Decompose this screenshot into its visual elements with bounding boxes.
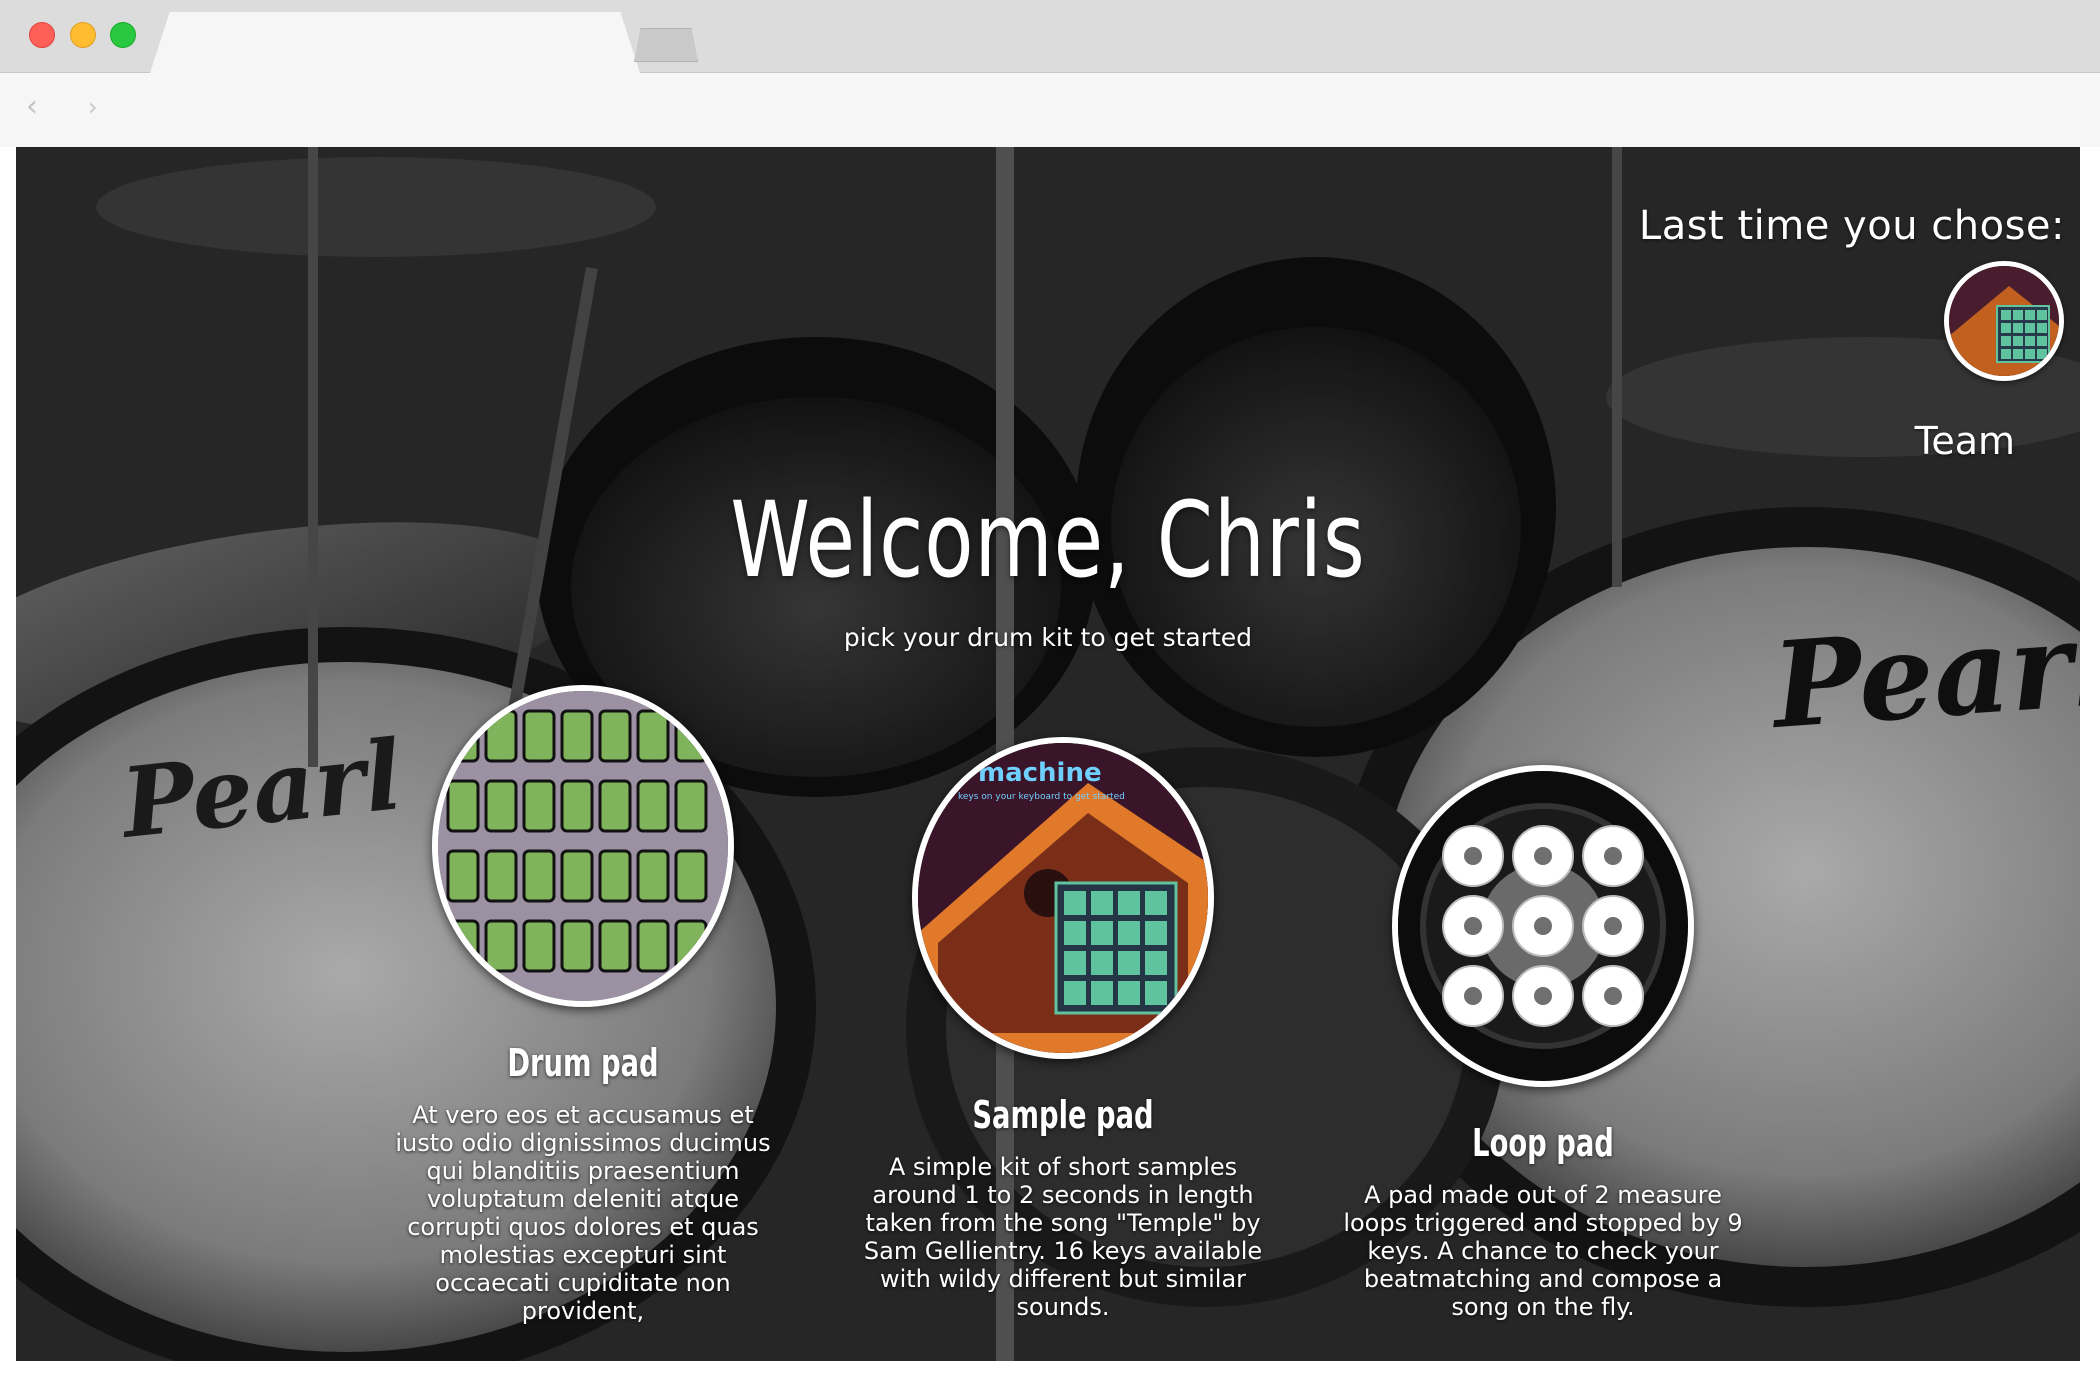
sample-image-caption: machine	[978, 758, 1102, 788]
welcome-heading: Welcome, Chris	[730, 479, 1366, 601]
sample-pad-kit-button[interactable]: machine keys on your keyboard to get sta…	[912, 737, 1214, 1059]
drum-pad-grid-icon	[438, 691, 728, 1001]
kit-card-loop-pad: Loop pad A pad made out of 2 measure loo…	[1323, 765, 1763, 1321]
sample-pad-thumbnail-icon	[1949, 266, 2059, 376]
last-choice-label: Last time you chose:	[1638, 203, 2065, 249]
minimize-window-button[interactable]	[70, 22, 96, 48]
page-viewport: Pearl Pearl Last time you chose: Team We…	[16, 147, 2080, 1361]
kit-description-sample-pad: A simple kit of short samples around 1 t…	[863, 1153, 1263, 1321]
new-tab-button[interactable]	[634, 28, 698, 62]
kit-card-drum-pad: Drum pad At vero eos et accusamus et ius…	[363, 685, 803, 1325]
team-link[interactable]: Team	[1915, 419, 2015, 463]
kit-description-loop-pad: A pad made out of 2 measure loops trigge…	[1343, 1181, 1743, 1321]
browser-toolbar	[0, 73, 2100, 147]
browser-tab-bar	[0, 0, 2100, 73]
last-chosen-kit-thumbnail[interactable]	[1944, 261, 2064, 381]
forward-arrow-icon[interactable]: ›	[88, 92, 98, 122]
vinyl-record-grid-icon	[1398, 771, 1688, 1081]
sample-image-subcaption: keys on your keyboard to get started	[958, 792, 1125, 802]
welcome-subtitle: pick your drum kit to get started	[843, 623, 1253, 652]
sample-machine-icon: machine keys on your keyboard to get sta…	[918, 743, 1208, 1053]
maximize-window-button[interactable]	[110, 22, 136, 48]
back-arrow-icon[interactable]: ‹	[26, 92, 38, 122]
kit-card-sample-pad: machine keys on your keyboard to get sta…	[843, 737, 1283, 1321]
kit-title-sample-pad: Sample pad	[972, 1093, 1154, 1137]
drum-pad-kit-button[interactable]	[432, 685, 734, 1007]
close-window-button[interactable]	[29, 22, 55, 48]
browser-tab-active[interactable]	[150, 12, 640, 73]
kit-title-drum-pad: Drum pad	[507, 1041, 659, 1085]
kit-description-drum-pad: At vero eos et accusamus et iusto odio d…	[395, 1101, 771, 1325]
loop-pad-kit-button[interactable]	[1392, 765, 1694, 1087]
kit-title-loop-pad: Loop pad	[1472, 1121, 1614, 1165]
